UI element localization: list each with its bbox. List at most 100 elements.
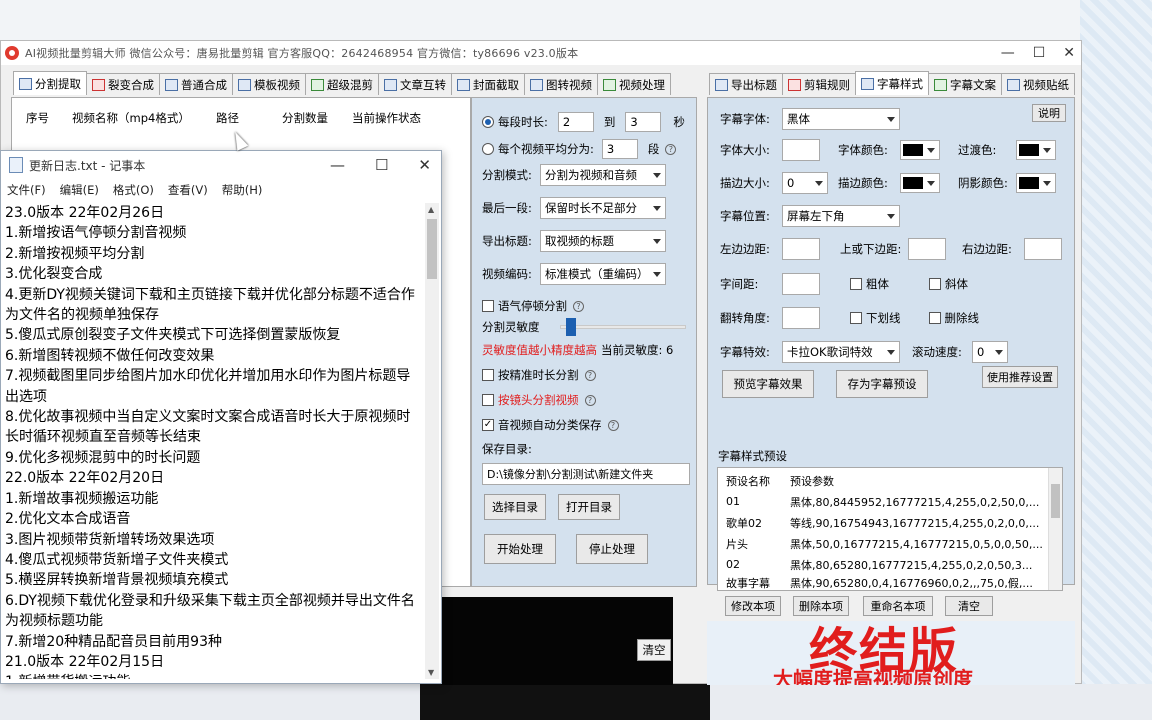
last-segment-select[interactable]: 保留时长不足部分 — [540, 197, 666, 219]
bold-checkbox[interactable] — [850, 278, 862, 290]
notepad-line: 2.新增按视频平均分割 — [5, 245, 145, 262]
seg-to-input[interactable]: 3 — [625, 112, 662, 132]
avg-count-input[interactable]: 3 — [601, 139, 638, 159]
split-mode-select[interactable]: 分割为视频和音频 — [540, 164, 666, 186]
start-button[interactable]: 开始处理 — [484, 534, 556, 564]
choose-dir-button[interactable]: 选择目录 — [484, 494, 546, 520]
sensitivity-slider-track[interactable] — [560, 325, 686, 329]
video-encode-select[interactable]: 标准模式（重编码） — [540, 263, 666, 285]
notepad-text-area[interactable]: 23.0版本 22年02月26日 1.新增按语气停顿分割音视频 2.新增按视频平均分… — [5, 203, 421, 679]
export-title-select[interactable]: 取视频的标题 — [540, 230, 666, 252]
close-button[interactable]: ✕ — [1063, 41, 1075, 65]
notepad-line: 1.新增故事视频搬运功能 — [5, 490, 159, 507]
precise-duration-checkbox[interactable] — [482, 369, 494, 381]
tab-split-extract[interactable]: 分割提取 — [13, 71, 87, 95]
tab-normal-merge[interactable]: 普通合成 — [159, 73, 233, 95]
underline-checkbox[interactable] — [850, 312, 862, 324]
col-index: 序号 — [26, 111, 49, 125]
minimize-button[interactable]: — — [1001, 41, 1015, 65]
tab-template-video[interactable]: 模板视频 — [232, 73, 306, 95]
scroll-speed-select[interactable]: 0 — [972, 341, 1008, 363]
open-dir-button[interactable]: 打开目录 — [558, 494, 620, 520]
background-pattern — [1080, 0, 1152, 720]
font-select[interactable]: 黑体 — [782, 108, 900, 130]
rules-icon — [788, 78, 801, 91]
italic-checkbox[interactable] — [929, 278, 941, 290]
preview-subtitle-button[interactable]: 预览字幕效果 — [722, 370, 814, 398]
strikethrough-checkbox[interactable] — [928, 312, 941, 324]
notepad-icon — [9, 157, 23, 173]
effect-select[interactable]: 卡拉OK歌词特效 — [782, 341, 900, 363]
use-recommended-button[interactable]: 使用推荐设置 — [982, 366, 1058, 388]
list-item[interactable]: 歌单02 等线,90,16754943,16777215,4,255,0,2,0… — [718, 512, 1048, 533]
spacing-input[interactable] — [782, 273, 820, 295]
process-icon — [603, 78, 616, 91]
help-icon[interactable]: ? — [584, 369, 596, 381]
tab-super-mix[interactable]: 超级混剪 — [305, 73, 379, 95]
explain-button[interactable]: 说明 — [1032, 104, 1066, 122]
position-select[interactable]: 屏幕左下角 — [782, 205, 900, 227]
tab-export-title[interactable]: 导出标题 — [709, 73, 783, 95]
tab-article-convert[interactable]: 文章互转 — [378, 73, 452, 95]
menu-format[interactable]: 格式(O) — [113, 182, 154, 198]
tab-cover-capture[interactable]: 封面截取 — [451, 73, 525, 95]
seg-from-input[interactable]: 2 — [557, 112, 594, 132]
chevron-down-icon — [815, 180, 823, 186]
left-margin-input[interactable] — [782, 238, 820, 260]
close-button[interactable]: ✕ — [418, 151, 431, 179]
notepad-line: 6.DY视频下载优化登录和升级采集下载主页全部视频并导出文件名为视频标题功能 — [5, 592, 415, 630]
tab-video-sticker[interactable]: 视频贴纸 — [1001, 73, 1075, 95]
stop-button[interactable]: 停止处理 — [576, 534, 648, 564]
menu-help[interactable]: 帮助(H) — [222, 182, 263, 198]
notepad-titlebar: 更新日志.txt - 记事本 — ☐ ✕ — [1, 151, 441, 179]
stroke-size-select[interactable]: 0 — [782, 172, 828, 194]
delete-preset-button[interactable]: 删除本项 — [793, 596, 849, 616]
notepad-line: 9.优化多视频混剪中的时长问题 — [5, 449, 201, 466]
maximize-button[interactable]: ☐ — [375, 151, 388, 179]
notepad-line: 5.傻瓜式原创裂变子文件夹模式下可选择倒置蒙版恢复 — [5, 327, 341, 344]
auto-classify-checkbox[interactable]: ✓ — [482, 419, 494, 431]
help-icon[interactable]: ? — [607, 419, 619, 431]
help-icon[interactable]: ? — [573, 300, 584, 312]
modify-preset-button[interactable]: 修改本项 — [725, 596, 781, 616]
average-split-radio[interactable] — [482, 143, 494, 155]
background-strip — [0, 0, 1152, 40]
shot-split-checkbox[interactable] — [482, 394, 494, 406]
list-item[interactable]: 片头 黑体,50,0,16777215,4,16777215,0,5,0,0,5… — [718, 533, 1048, 554]
list-item[interactable]: 01 黑体,80,8445952,16777215,4,255,0,2,50,0… — [718, 491, 1048, 512]
clear-log-button[interactable]: 清空 — [637, 639, 671, 661]
tab-edit-rules[interactable]: 剪辑规则 — [782, 73, 856, 95]
sensitivity-slider-thumb[interactable] — [565, 318, 576, 336]
tab-subtitle-style[interactable]: 字幕样式 — [855, 71, 929, 95]
font-color-picker[interactable] — [900, 140, 940, 160]
preset-scrollbar[interactable] — [1048, 468, 1062, 590]
tb-margin-input[interactable] — [908, 238, 946, 260]
help-icon[interactable]: ? — [584, 394, 596, 406]
picture-icon — [530, 78, 543, 91]
save-preset-button[interactable]: 存为字幕预设 — [836, 370, 928, 398]
tab-fission[interactable]: 裂变合成 — [86, 73, 160, 95]
per-segment-radio[interactable] — [482, 116, 494, 128]
notepad-scrollbar[interactable]: ▲ ▼ — [425, 203, 439, 679]
right-margin-input[interactable] — [1024, 238, 1062, 260]
minimize-button[interactable]: — — [330, 151, 345, 179]
list-item[interactable]: 故事字幕 黑体,90,65280,0,4,16776960,0,2,,,75,0… — [718, 572, 1048, 590]
tab-image-to-video[interactable]: 图转视频 — [524, 73, 598, 95]
help-icon[interactable]: ? — [665, 143, 677, 155]
shadow-color-picker[interactable] — [1016, 173, 1056, 193]
maximize-button[interactable]: ☐ — [1033, 41, 1046, 65]
pause-split-checkbox[interactable] — [482, 300, 494, 312]
menu-edit[interactable]: 编辑(E) — [60, 182, 99, 198]
stroke-color-picker[interactable] — [900, 173, 940, 193]
font-size-input[interactable] — [782, 139, 820, 161]
tab-video-process[interactable]: 视频处理 — [597, 73, 671, 95]
clear-presets-button[interactable]: 清空 — [945, 596, 993, 616]
flip-angle-input[interactable] — [782, 307, 820, 329]
save-path-input[interactable]: D:\镜像分割\分割测试\新建文件夹 — [482, 463, 690, 485]
tab-subtitle-text[interactable]: 字幕文案 — [928, 73, 1002, 95]
menu-file[interactable]: 文件(F) — [7, 182, 46, 198]
menu-view[interactable]: 查看(V) — [168, 182, 208, 198]
rename-preset-button[interactable]: 重命名本项 — [863, 596, 933, 616]
preset-list[interactable]: 预设名称 预设参数 01 黑体,80,8445952,16777215,4,25… — [717, 467, 1063, 591]
transition-color-picker[interactable] — [1016, 140, 1056, 160]
